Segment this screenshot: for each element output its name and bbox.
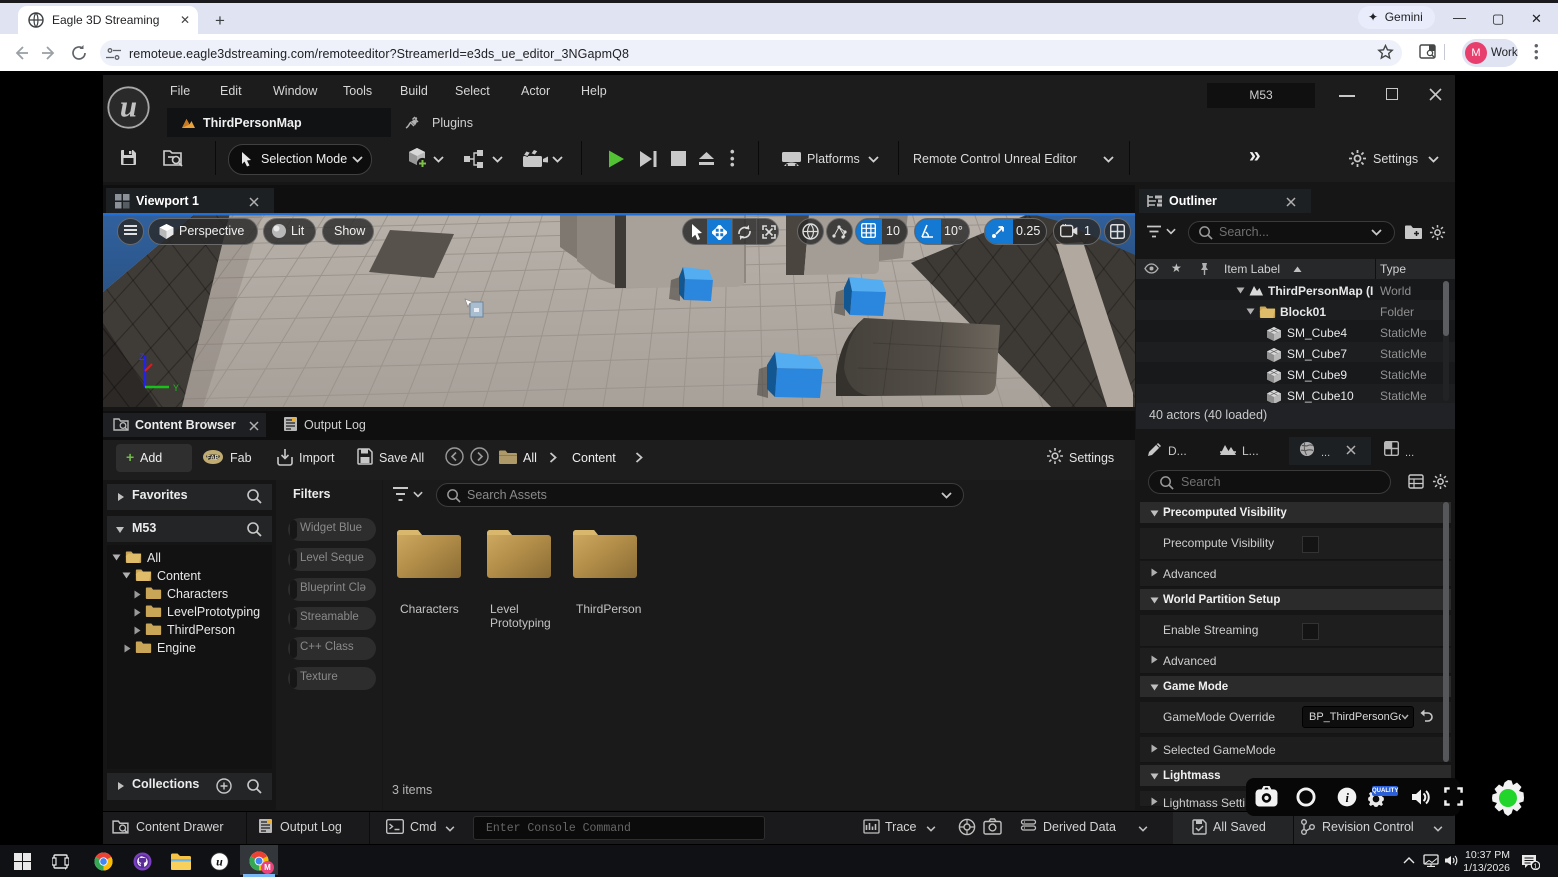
svg-text:Z: Z <box>139 352 145 362</box>
svg-text:u: u <box>120 89 137 124</box>
svg-text:FAB: FAB <box>207 456 220 462</box>
svg-text:1: 1 <box>1533 861 1537 870</box>
svg-text:u: u <box>216 855 223 869</box>
svg-text:i: i <box>1346 791 1350 805</box>
svg-text:Y: Y <box>173 383 179 393</box>
